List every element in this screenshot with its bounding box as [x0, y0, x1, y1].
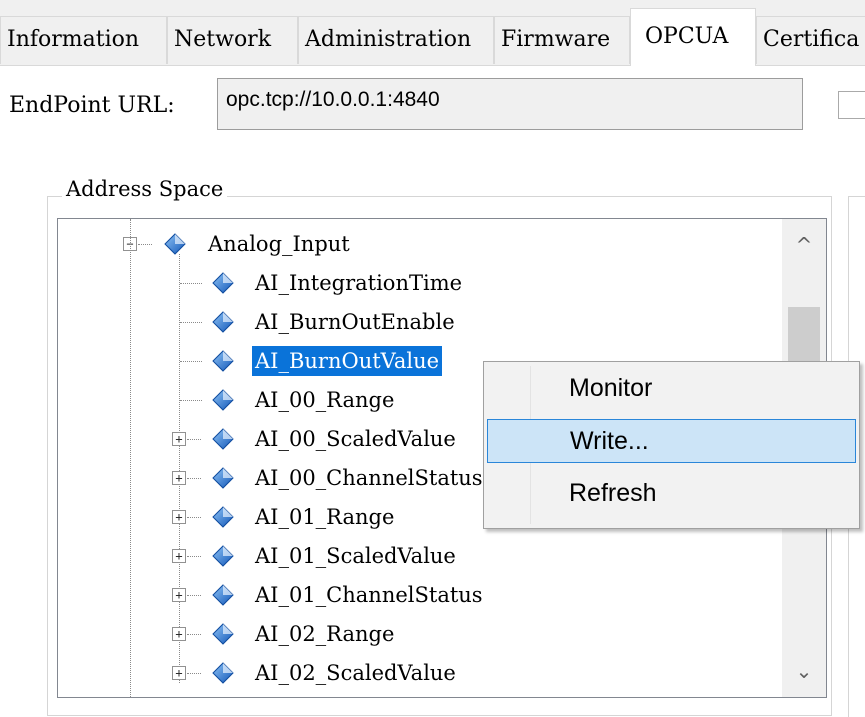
scroll-down-arrow-icon[interactable]: ⌄	[782, 649, 826, 693]
tree-connector	[180, 322, 202, 323]
tree-node-ai-01-scaledvalue[interactable]: AI_01_ScaledValue	[252, 541, 459, 571]
menu-item-write[interactable]: Write...	[487, 419, 856, 463]
variable-node-icon	[212, 467, 234, 489]
tab-certificate[interactable]: Certifica	[756, 16, 865, 64]
endpoint-url-label: EndPoint URL:	[9, 93, 175, 118]
variable-node-icon	[212, 584, 234, 606]
menu-item-refresh[interactable]: Refresh	[487, 472, 856, 516]
tree-node-ai-02-range[interactable]: AI_02_Range	[252, 619, 397, 649]
variable-node-icon	[212, 428, 234, 450]
tree-connector	[187, 595, 201, 596]
tree-node-ai-burnoutvalue[interactable]: AI_BurnOutValue	[252, 346, 443, 376]
scroll-up-arrow-icon[interactable]: ^	[782, 223, 826, 267]
tab-information[interactable]: Information	[0, 16, 167, 64]
folder-node-icon	[164, 233, 186, 255]
variable-node-icon	[212, 389, 234, 411]
tree-node-ai-01-channelstatus[interactable]: AI_01_ChannelStatus	[252, 580, 486, 610]
tree-node-ai-00-scaledvalue[interactable]: AI_00_ScaledValue	[252, 424, 459, 454]
variable-node-icon	[212, 662, 234, 684]
tab-firmware[interactable]: Firmware	[494, 16, 630, 64]
tree-node-ai-burnoutenable[interactable]: AI_BurnOutEnable	[252, 307, 458, 337]
menu-item-monitor[interactable]: Monitor	[487, 367, 856, 411]
tree-connector	[187, 634, 201, 635]
variable-node-icon	[212, 545, 234, 567]
tree-node-ai-00-range[interactable]: AI_00_Range	[252, 385, 397, 415]
tree-node-ai-integrationtime[interactable]: AI_IntegrationTime	[252, 268, 465, 298]
expand-icon[interactable]: +	[172, 666, 186, 680]
tab-network[interactable]: Network	[167, 16, 298, 64]
expand-icon[interactable]: +	[172, 627, 186, 641]
expand-icon[interactable]: +	[172, 432, 186, 446]
tree-connector	[138, 244, 152, 245]
tree-connector	[187, 439, 201, 440]
tree-connector	[180, 400, 202, 401]
endpoint-url-field[interactable]: opc.tcp://10.0.0.1:4840	[217, 78, 803, 130]
tree-node-ai-00-channelstatus[interactable]: AI_00_ChannelStatus	[252, 463, 486, 493]
tree-node-ai-01-range[interactable]: AI_01_Range	[252, 502, 397, 532]
context-menu: Monitor Write... Refresh	[483, 361, 860, 529]
tree-connector	[187, 556, 201, 557]
tree-connector	[179, 254, 180, 683]
tree-connector	[187, 478, 201, 479]
tab-opcua[interactable]: OPCUA	[630, 8, 756, 66]
tree-connector	[180, 361, 202, 362]
expand-icon[interactable]: +	[172, 549, 186, 563]
variable-node-icon	[212, 272, 234, 294]
address-space-title: Address Space	[62, 174, 228, 204]
tree-connector	[180, 283, 202, 284]
tree-connector	[130, 219, 131, 697]
variable-node-icon	[212, 506, 234, 528]
tab-administration[interactable]: Administration	[298, 16, 494, 64]
tree-node-analog-input[interactable]: Analog_Input	[205, 229, 353, 259]
checkbox[interactable]	[838, 91, 865, 119]
tree-node-ai-02-scaledvalue[interactable]: AI_02_ScaledValue	[252, 658, 459, 688]
tree-connector	[187, 673, 201, 674]
variable-node-icon	[212, 350, 234, 372]
expand-icon[interactable]: +	[172, 588, 186, 602]
expand-icon[interactable]: +	[172, 510, 186, 524]
variable-node-icon	[212, 623, 234, 645]
variable-node-icon	[212, 311, 234, 333]
tree-connector	[187, 517, 201, 518]
expand-icon[interactable]: +	[172, 471, 186, 485]
tab-strip: Information Network Administration Firmw…	[0, 0, 865, 66]
